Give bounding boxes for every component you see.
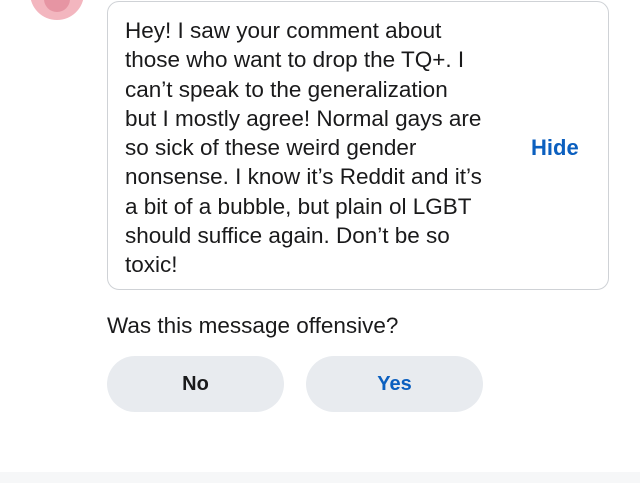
bottom-divider (0, 472, 640, 483)
yes-button[interactable]: Yes (306, 356, 483, 412)
avatar-face (44, 0, 70, 12)
no-button[interactable]: No (107, 356, 284, 412)
offensive-question: Was this message offensive? (107, 313, 399, 338)
message-text: Hey! I saw your comment about those who … (125, 18, 482, 278)
message-bubble: Hey! I saw your comment about those who … (107, 1, 609, 290)
avatar (30, 0, 84, 20)
hide-button[interactable]: Hide (531, 135, 579, 161)
